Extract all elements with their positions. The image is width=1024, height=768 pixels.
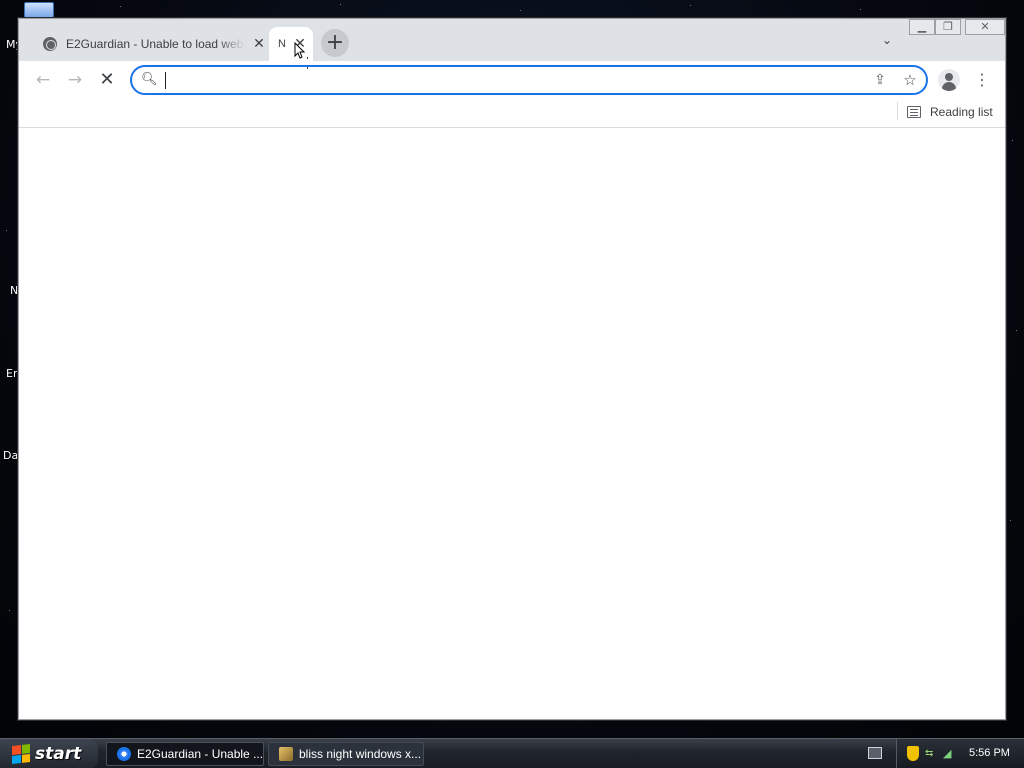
window-close-button[interactable]: ✕ xyxy=(965,19,1005,35)
taskbar-item-label: E2Guardian - Unable ... xyxy=(137,747,264,761)
bookmark-star-icon[interactable]: ☆ xyxy=(900,70,920,90)
address-input[interactable] xyxy=(164,70,854,90)
chrome-icon xyxy=(117,747,131,761)
taskbar-item-chrome[interactable]: E2Guardian - Unable ... xyxy=(106,742,264,766)
taskbar-item-label: bliss night windows x... xyxy=(299,747,422,761)
keyboard-icon[interactable] xyxy=(868,747,882,759)
windows-flag-icon xyxy=(12,744,30,764)
desktop-label-da[interactable]: Da xyxy=(3,449,18,462)
taskbar: start E2Guardian - Unable ... bliss nigh… xyxy=(0,738,1024,768)
reading-list-button[interactable]: Reading list xyxy=(907,102,993,122)
system-tray: ⇆ ◢ 5:56 PM xyxy=(896,739,1024,768)
restore-button[interactable]: ❐ xyxy=(935,19,961,35)
search-icon: 🔍︎ xyxy=(141,72,158,87)
start-label: start xyxy=(35,744,82,764)
volume-icon[interactable]: ◢ xyxy=(943,747,955,760)
clock[interactable]: 5:56 PM xyxy=(969,747,1010,759)
taskbar-item-image[interactable]: bliss night windows x... xyxy=(268,742,424,766)
address-bar[interactable]: 🔍︎ ⇪ ☆ xyxy=(130,65,928,95)
desktop-label-n[interactable]: N xyxy=(10,284,18,297)
stop-loading-icon[interactable]: ✕ xyxy=(94,67,120,93)
page-content xyxy=(19,129,1005,719)
start-button[interactable]: start xyxy=(0,739,98,768)
reading-list-icon xyxy=(907,106,921,118)
separator xyxy=(897,102,898,120)
browser-window: E2Guardian - Unable to load website ✕ N … xyxy=(18,18,1006,720)
desktop-label-er[interactable]: Er xyxy=(6,367,17,380)
reading-list-label: Reading list xyxy=(930,105,993,119)
new-tab-button[interactable]: + xyxy=(321,29,349,57)
share-icon[interactable]: ⇪ xyxy=(870,70,890,90)
toolbar: ← → ✕ 🔍︎ ⇪ ☆ ⋮ xyxy=(19,61,1005,99)
network-icon[interactable]: ⇆ xyxy=(925,748,939,759)
profile-avatar-icon[interactable] xyxy=(938,69,960,91)
bookmarks-bar: Reading list xyxy=(19,99,1005,128)
back-arrow-icon[interactable]: ← xyxy=(30,67,56,93)
image-icon xyxy=(279,747,293,761)
text-caret xyxy=(165,72,166,89)
close-icon[interactable]: ✕ xyxy=(251,36,267,52)
more-menu-icon[interactable]: ⋮ xyxy=(974,69,990,91)
tab-e2guardian[interactable]: E2Guardian - Unable to load website ✕ xyxy=(33,27,267,61)
tab-title: N xyxy=(278,38,286,50)
tab-strip: E2Guardian - Unable to load website ✕ N … xyxy=(19,19,1005,61)
globe-icon xyxy=(43,37,57,51)
desktop-icon-my-computer[interactable] xyxy=(24,2,54,18)
security-shield-icon[interactable] xyxy=(907,746,919,761)
forward-arrow-icon[interactable]: → xyxy=(62,67,88,93)
chevron-down-icon[interactable]: ⌄ xyxy=(877,33,897,53)
mouse-cursor-icon xyxy=(294,42,308,69)
tab-title: E2Guardian - Unable to load website xyxy=(66,37,245,51)
minimize-button[interactable]: ▁ xyxy=(909,19,935,35)
